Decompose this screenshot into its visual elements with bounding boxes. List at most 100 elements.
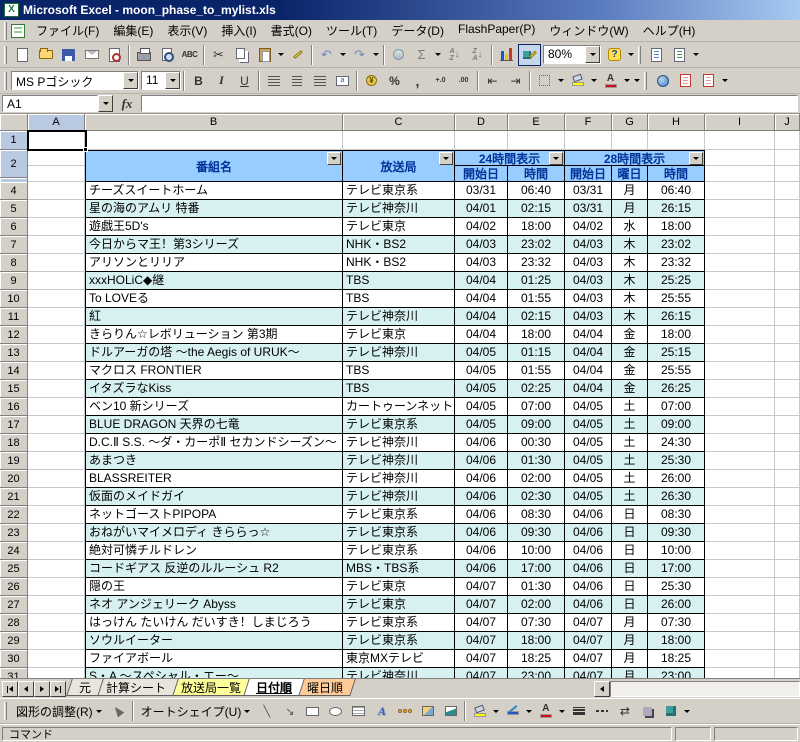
autosum-dropdown[interactable] (433, 44, 443, 66)
cell[interactable]: 08:30 (508, 506, 565, 524)
flashpaper-convert-button-2[interactable] (668, 44, 691, 66)
cell[interactable]: 土 (612, 452, 648, 470)
new-button[interactable] (11, 44, 34, 66)
cell[interactable]: 01:25 (508, 272, 565, 290)
row-header-16[interactable]: 16 (0, 398, 28, 416)
font-size-combobox[interactable]: 11 (141, 71, 181, 90)
cell[interactable]: 02:15 (508, 308, 565, 326)
comma-style-button[interactable] (406, 70, 429, 92)
cell-I31[interactable] (705, 668, 775, 678)
menu-item-5[interactable]: ツール(T) (319, 20, 384, 41)
cell[interactable]: 18:00 (508, 632, 565, 650)
fill-color-dropdown[interactable] (491, 700, 501, 722)
cell[interactable]: 遊戯王5D's (85, 218, 343, 236)
paste-dropdown[interactable] (276, 44, 286, 66)
cell[interactable]: 04/07 (565, 632, 612, 650)
header-24h-start-date[interactable]: 開始日 (455, 166, 508, 182)
cell[interactable]: 23:02 (508, 236, 565, 254)
spelling-button[interactable]: ABC (178, 44, 201, 66)
cell-A17[interactable] (28, 416, 85, 434)
align-left-button[interactable] (262, 70, 285, 92)
cell[interactable]: 月 (612, 182, 648, 200)
cell-J14[interactable] (775, 362, 800, 380)
cell-J29[interactable] (775, 632, 800, 650)
cell[interactable]: 26:15 (648, 200, 705, 218)
cell[interactable]: NHK・BS2 (343, 236, 455, 254)
cell[interactable]: 日 (612, 560, 648, 578)
cell[interactable]: 隠の王 (85, 578, 343, 596)
cell[interactable]: 04/05 (565, 452, 612, 470)
row-header-9[interactable]: 9 (0, 272, 28, 290)
cell[interactable]: 02:25 (508, 380, 565, 398)
cell[interactable]: 04/03 (565, 254, 612, 272)
font-color-dropdown[interactable] (557, 700, 567, 722)
cell[interactable]: 07:00 (648, 398, 705, 416)
cell[interactable]: 絶対可憐チルドレン (85, 542, 343, 560)
row-header-12[interactable]: 12 (0, 326, 28, 344)
cell[interactable]: 03/31 (455, 182, 508, 200)
row-header-4[interactable]: 4 (0, 182, 28, 200)
borders-dropdown[interactable] (556, 70, 566, 92)
cell[interactable]: 04/04 (455, 272, 508, 290)
fill-color-dropdown[interactable] (589, 70, 599, 92)
cell-J9[interactable] (775, 272, 800, 290)
cell[interactable]: 月 (612, 668, 648, 678)
cell-A20[interactable] (28, 470, 85, 488)
cell-J11[interactable] (775, 308, 800, 326)
row-header-7[interactable]: 7 (0, 236, 28, 254)
cell[interactable]: ソウルイーター (85, 632, 343, 650)
cell-I5[interactable] (705, 200, 775, 218)
cell[interactable]: 04/05 (455, 344, 508, 362)
cell-I17[interactable] (705, 416, 775, 434)
font-size-dropdown[interactable] (165, 72, 180, 89)
column-header-I[interactable]: I (705, 114, 775, 131)
sort-descending-button[interactable]: ZA↓ (466, 44, 489, 66)
cell[interactable]: 日 (612, 596, 648, 614)
cell-I8[interactable] (705, 254, 775, 272)
cell[interactable]: 04/03 (565, 236, 612, 254)
cell[interactable]: 25:15 (648, 344, 705, 362)
draw-menu-button[interactable]: 図形の調整(R) (11, 701, 107, 722)
undo-dropdown[interactable] (338, 44, 348, 66)
cell-I14[interactable] (705, 362, 775, 380)
cell[interactable]: 土 (612, 398, 648, 416)
cell[interactable]: テレビ東京系 (343, 524, 455, 542)
cell-J27[interactable] (775, 596, 800, 614)
next-sheet-button[interactable] (34, 681, 50, 697)
cell[interactable]: 日 (612, 542, 648, 560)
insert-hyperlink-button[interactable] (387, 44, 410, 66)
cell[interactable]: 04/07 (455, 578, 508, 596)
cell[interactable]: ドルアーガの塔 ～the Aegis of URUK～ (85, 344, 343, 362)
cell-J25[interactable] (775, 560, 800, 578)
shadow-style-button[interactable] (636, 700, 659, 722)
cell[interactable]: 08:30 (648, 506, 705, 524)
header-program[interactable]: 番組名 (85, 150, 343, 182)
cell-J6[interactable] (775, 218, 800, 236)
font-color-button[interactable] (534, 700, 557, 722)
column-header-D[interactable]: D (455, 114, 508, 131)
cell-I9[interactable] (705, 272, 775, 290)
cell[interactable]: 木 (612, 290, 648, 308)
active-cell-a1[interactable] (27, 130, 87, 151)
cell-J18[interactable] (775, 434, 800, 452)
cell[interactable]: 09:30 (508, 524, 565, 542)
cell-A14[interactable] (28, 362, 85, 380)
cell[interactable]: 木 (612, 236, 648, 254)
toolbar-options-dropdown[interactable] (720, 70, 730, 92)
cell-J30[interactable] (775, 650, 800, 668)
column-header-H[interactable]: H (648, 114, 705, 131)
cell[interactable]: 04/05 (565, 488, 612, 506)
format-painter-button[interactable] (286, 44, 309, 66)
cell-I6[interactable] (705, 218, 775, 236)
menu-item-1[interactable]: 編集(E) (106, 20, 160, 41)
cell[interactable]: 26:25 (648, 380, 705, 398)
cell[interactable]: 木 (612, 308, 648, 326)
cell-a2[interactable] (28, 150, 85, 166)
cell[interactable]: 04/01 (455, 200, 508, 218)
cell[interactable]: テレビ神奈川 (343, 344, 455, 362)
cell[interactable]: 土 (612, 434, 648, 452)
cell-I7[interactable] (705, 236, 775, 254)
row-header-6[interactable]: 6 (0, 218, 28, 236)
underline-button[interactable] (233, 70, 256, 92)
cell-I23[interactable] (705, 524, 775, 542)
